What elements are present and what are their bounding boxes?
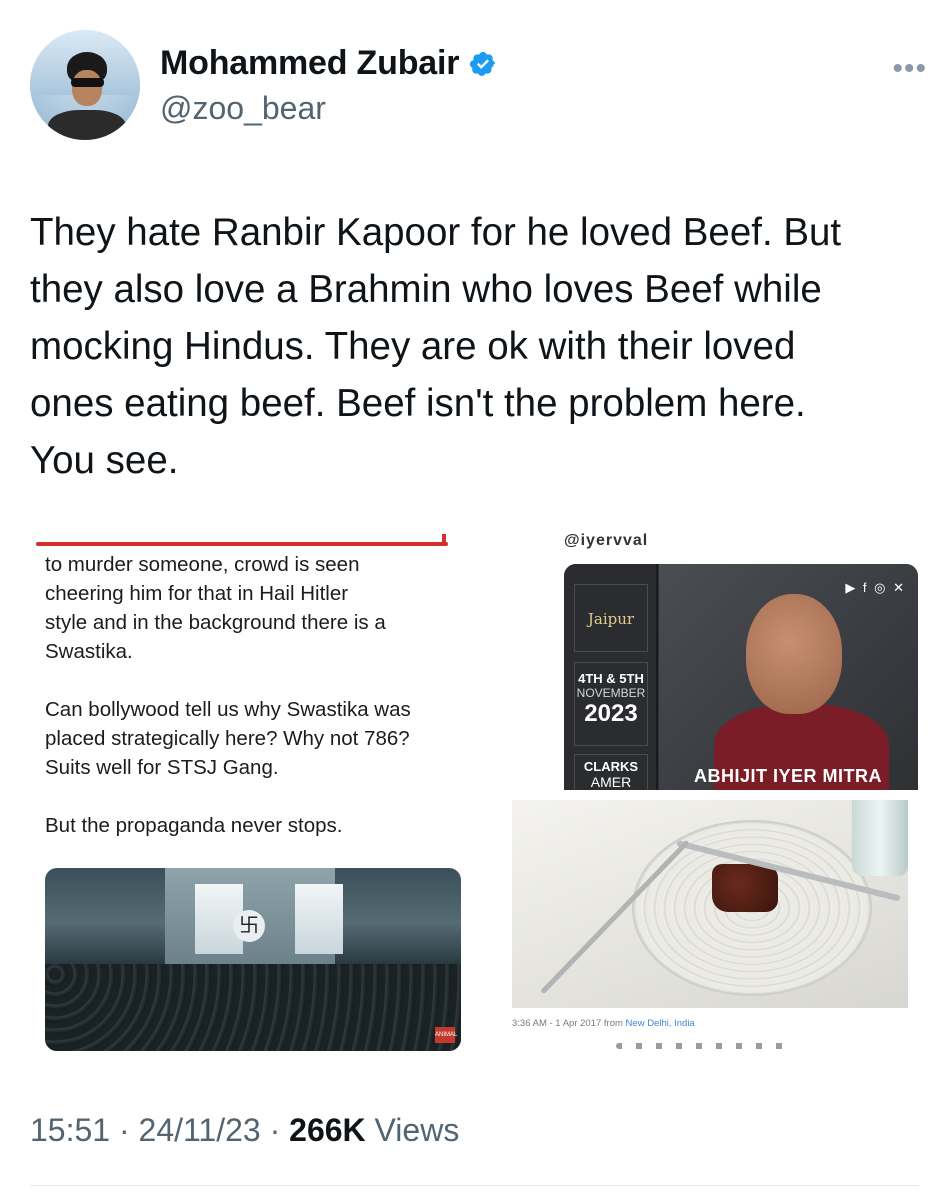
views-label: Views [365, 1112, 460, 1148]
quoted-text: to murder someone, crowd is seen cheerin… [45, 553, 411, 837]
cropped-handle: @iyervval [564, 532, 649, 549]
more-options-ellipsis-icon[interactable]: ••• [892, 52, 927, 86]
author-avatar[interactable] [30, 30, 140, 140]
tweet-date[interactable]: 24/11/23 [139, 1112, 261, 1148]
promo-date-month: NOVEMBER [576, 686, 646, 700]
tweet-time[interactable]: 15:51 [30, 1112, 110, 1148]
verified-badge-icon [470, 51, 496, 76]
red-underline-tick [442, 534, 446, 546]
promo-date-days: 4TH & 5TH [578, 671, 644, 686]
tweet-text: They hate Ranbir Kapoor for he loved Bee… [30, 211, 842, 482]
promo-person-name: ABHIJIT IYER MITRA [694, 766, 883, 786]
media-screenshot-left[interactable]: to murder someone, crowd is seen cheerin… [32, 528, 475, 1058]
social-icons: ▶ f ◎ ✕ [845, 580, 906, 595]
author-handle[interactable]: @zoo_bear [160, 90, 326, 127]
hall-window-right [295, 884, 343, 954]
steak [712, 864, 778, 912]
red-underline [36, 542, 448, 546]
crowd-scene-image: 卐 ANIMAL [45, 868, 461, 1051]
meta-separator: · [110, 1112, 139, 1148]
promo-brand: Jaipur [574, 584, 648, 652]
film-logo: ANIMAL [435, 1027, 457, 1043]
crowd-people [45, 964, 461, 1051]
embedded-tweet-location[interactable]: New Delhi, India [626, 1018, 695, 1029]
promo-venue: CLARKS AMER [574, 754, 648, 790]
media-screenshot-right-bottom[interactable]: 3:36 AM - 1 Apr 2017 from New Delhi, Ind… [512, 800, 918, 1058]
promo-date: 4TH & 5TH NOVEMBER 2023 [574, 662, 648, 746]
embedded-tweet-timestamp: 3:36 AM - 1 Apr 2017 from New Delhi, Ind… [512, 1018, 695, 1029]
liker-avatars [616, 1043, 796, 1049]
media-screenshot-right-top[interactable]: @iyervval Jaipur 4TH & 5TH NOVEMBER 2023… [492, 528, 918, 790]
avatar-face [72, 70, 102, 106]
promo-person-head [746, 594, 842, 714]
event-promo-image: Jaipur 4TH & 5TH NOVEMBER 2023 CLARKS AM… [564, 564, 918, 790]
swastika-emblem: 卐 [233, 910, 265, 942]
tweet-meta: 15:51 · 24/11/23 · 266K Views [30, 1112, 459, 1149]
avatar-body [48, 110, 126, 140]
promo-venue-line1: CLARKS [583, 759, 639, 774]
embedded-tweet-time: 3:36 AM - 1 Apr 2017 from [512, 1018, 626, 1029]
views-count: 266K [289, 1112, 366, 1148]
tweet-media[interactable]: to murder someone, crowd is seen cheerin… [32, 528, 918, 1058]
meta-separator-2: · [260, 1112, 290, 1148]
avatar-sunglasses [71, 78, 104, 87]
divider [30, 1185, 919, 1186]
promo-date-year: 2023 [584, 700, 638, 727]
steak-plate-image [512, 800, 908, 1008]
author-display-name[interactable]: Mohammed Zubair [160, 44, 459, 83]
promo-venue-line2: AMER [590, 774, 632, 790]
water-glass [852, 800, 908, 876]
author-name-row[interactable]: Mohammed Zubair [160, 44, 497, 83]
tweet-header: Mohammed Zubair @zoo_bear ••• [0, 0, 949, 160]
